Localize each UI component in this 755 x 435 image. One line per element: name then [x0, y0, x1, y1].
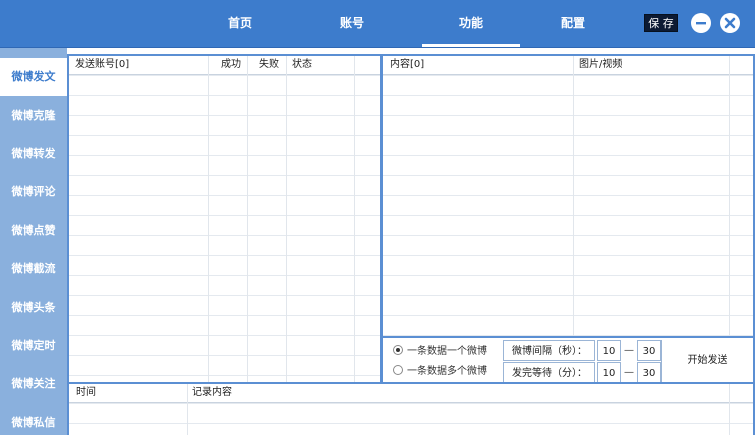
save-button[interactable]: 保 存	[644, 14, 678, 32]
sidebar-item-post[interactable]: 微博发文	[0, 58, 67, 96]
radio-many-label: 一条数据多个微博	[407, 366, 487, 377]
accounts-table[interactable]: 发送账号[0] 成功 失败 状态	[67, 54, 382, 384]
nav-config[interactable]: 配置	[513, 0, 633, 48]
column-divider	[286, 56, 287, 382]
start-send-button[interactable]: 开始发送	[661, 340, 753, 382]
interval-label: 微博间隔（秒）：	[503, 340, 595, 361]
sidebar-item-message[interactable]: 微博私信	[0, 404, 67, 435]
sidebar-item-comment[interactable]: 微博评论	[0, 173, 67, 211]
table-rows	[69, 384, 753, 435]
top-header: 首页 账号 功能 配置 保 存	[0, 0, 755, 48]
sidebar-item-intercept[interactable]: 微博截流	[0, 250, 67, 288]
column-divider	[247, 56, 248, 382]
interval-max-input[interactable]: 30	[637, 340, 661, 361]
column-header-status[interactable]: 状态	[288, 56, 312, 74]
wait-dash: —	[624, 367, 634, 378]
active-tab-indicator	[422, 44, 520, 47]
wait-label: 发完等待（分）：	[503, 362, 595, 383]
table-rows	[69, 56, 380, 382]
column-header-media[interactable]: 图片/视频	[575, 56, 622, 74]
close-button[interactable]	[720, 13, 740, 33]
header-divider	[69, 402, 753, 403]
column-header-log[interactable]: 记录内容	[188, 384, 232, 402]
content-table[interactable]: 内容[0] 图片/视频	[381, 54, 755, 338]
column-header-time[interactable]: 时间	[72, 384, 96, 402]
header-divider	[69, 74, 380, 75]
column-divider	[354, 56, 355, 382]
send-controls: 一条数据一个微博 一条数据多个微博 微博间隔（秒）： 10 — 30 发完等待（…	[381, 336, 755, 384]
sidebar-item-repost[interactable]: 微博转发	[0, 135, 67, 173]
nav-account[interactable]: 账号	[292, 0, 412, 48]
sidebar-item-schedule[interactable]: 微博定时	[0, 327, 67, 365]
sidebar-item-headline[interactable]: 微博头条	[0, 289, 67, 327]
column-divider	[208, 56, 209, 382]
radio-checked-icon	[393, 345, 403, 355]
wait-max-input[interactable]: 30	[637, 362, 661, 383]
header-divider	[383, 74, 753, 75]
column-divider	[729, 384, 730, 435]
minimize-button[interactable]	[691, 13, 711, 33]
table-rows	[383, 56, 753, 336]
radio-one-label: 一条数据一个微博	[407, 346, 487, 357]
column-header-content[interactable]: 内容[0]	[386, 56, 424, 74]
log-table[interactable]: 时间 记录内容	[67, 382, 755, 435]
radio-unchecked-icon	[393, 365, 403, 375]
interval-min-input[interactable]: 10	[597, 340, 621, 361]
sidebar-item-like[interactable]: 微博点赞	[0, 212, 67, 250]
column-header-fail[interactable]: 失败	[255, 56, 279, 74]
interval-dash: —	[624, 345, 634, 356]
nav-home[interactable]: 首页	[180, 0, 300, 48]
minimize-icon	[696, 22, 706, 25]
radio-many-per-post[interactable]: 一条数据多个微博	[393, 364, 487, 380]
sidebar-item-clone[interactable]: 微博克隆	[0, 97, 67, 135]
column-divider	[573, 56, 574, 336]
column-header-account[interactable]: 发送账号[0]	[71, 56, 129, 74]
column-divider	[729, 56, 730, 336]
sidebar-item-follow[interactable]: 微博关注	[0, 365, 67, 403]
wait-min-input[interactable]: 10	[597, 362, 621, 383]
radio-one-per-post[interactable]: 一条数据一个微博	[393, 344, 487, 360]
column-header-success[interactable]: 成功	[217, 56, 241, 74]
close-icon	[724, 17, 736, 29]
sidebar: 微博发文 微博克隆 微博转发 微博评论 微博点赞 微博截流 微博头条 微博定时 …	[0, 48, 67, 435]
